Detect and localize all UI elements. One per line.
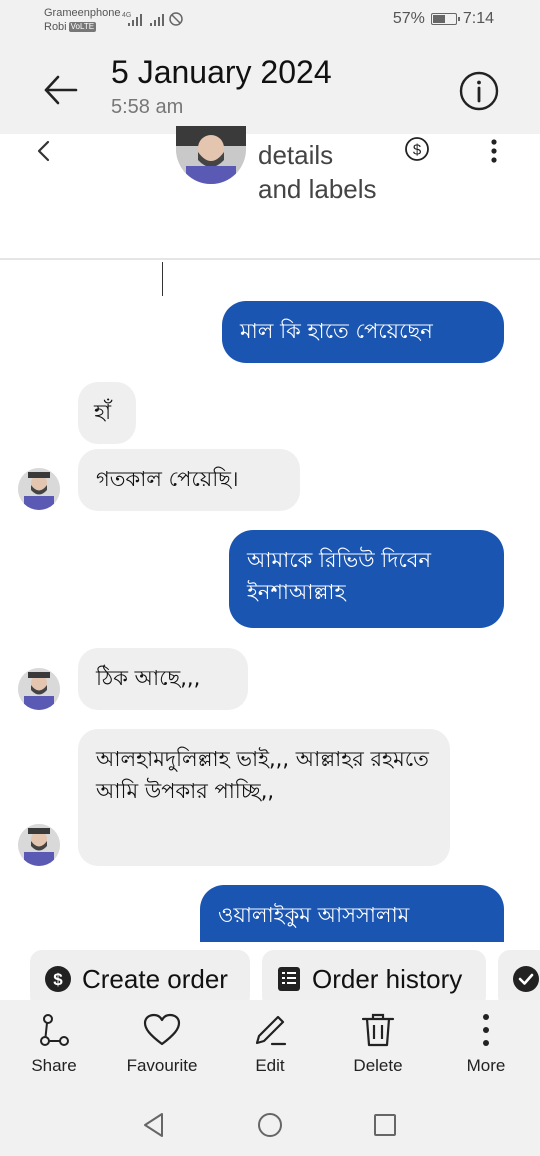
more-vertical-icon [483, 1014, 489, 1046]
message-text: ঠিক আছে,,, [96, 666, 201, 690]
message-text: ওয়ালাইকুম আসসালাম [218, 903, 410, 927]
action-chips: $ Create order Order history [0, 942, 540, 1008]
chat-header: details and labels $ [0, 126, 540, 260]
dollar-circle-icon: $ [45, 966, 71, 992]
signal-icons: 4G [122, 10, 186, 32]
payment-button[interactable]: $ [404, 136, 430, 162]
message-incoming[interactable]: ঠিক আছে,,, [78, 648, 248, 710]
text-cursor [162, 262, 163, 296]
avatar-image [18, 468, 60, 510]
carrier-info: Grameenphone Robi VoLTE [44, 6, 120, 34]
order-list-icon [278, 967, 300, 991]
bottom-toolbar: Share Favourite Edit Delete More [0, 1000, 540, 1088]
avatar-image [18, 668, 60, 710]
info-icon [459, 71, 499, 111]
pencil-icon [255, 1015, 287, 1046]
more-label: More [466, 1056, 506, 1075]
triangle-back-icon [144, 1113, 163, 1137]
status-right: 57% 7:14 [393, 10, 494, 28]
photo-time: 5:58 am [111, 96, 184, 118]
more-vertical-icon [491, 139, 497, 163]
nav-home-button[interactable] [255, 1110, 285, 1140]
message-outgoing[interactable]: মাল কি হাতে পেয়েছেন [222, 301, 504, 363]
system-navigation-bar [0, 1088, 540, 1156]
svg-text:$: $ [413, 142, 422, 159]
chat-more-button[interactable] [482, 138, 506, 164]
delete-button[interactable]: Delete [328, 1012, 428, 1076]
edit-label: Edit [255, 1056, 285, 1075]
contact-avatar[interactable] [176, 126, 246, 184]
viewer-header: 5 January 2024 5:58 am [0, 40, 540, 134]
trash-icon [361, 1013, 395, 1047]
nav-back-button[interactable] [140, 1110, 170, 1140]
chat-title: details and labels [258, 140, 377, 204]
sender-avatar [18, 468, 60, 510]
network-type: 4G [122, 12, 131, 19]
message-text: গতকাল পেয়েছি। [96, 467, 239, 491]
carrier-name-1: Grameenphone [44, 7, 121, 19]
clock: 7:14 [462, 10, 494, 27]
status-bar: Grameenphone Robi VoLTE 4G 57% 7:14 [0, 0, 540, 40]
more-button[interactable]: More [436, 1012, 536, 1076]
square-recents-icon [374, 1114, 396, 1136]
share-button[interactable]: Share [4, 1012, 104, 1076]
favourite-button[interactable]: Favourite [112, 1012, 212, 1076]
arrow-left-icon [44, 75, 78, 105]
message-text: আলহামদুলিল্লাহ ভাই,,, আল্লাহর রহমতে আমি … [96, 747, 429, 803]
sender-avatar [18, 824, 60, 866]
check-circle-icon [513, 966, 539, 992]
signal-strength-icon: 4G [122, 12, 183, 26]
message-text: আমাকে রিভিউ দিবেন ইনশাআল্লাহ [247, 548, 431, 604]
dollar-circle-icon: $ [405, 137, 429, 161]
carrier-name-2: Robi [44, 21, 67, 33]
info-button[interactable] [458, 70, 500, 112]
svg-text:$: $ [53, 970, 63, 989]
back-button[interactable] [40, 70, 80, 110]
battery-percent: 57% [392, 10, 425, 27]
share-label: Share [31, 1056, 77, 1075]
avatar-image [18, 824, 60, 866]
edit-button[interactable]: Edit [220, 1012, 320, 1076]
share-icon [40, 1014, 69, 1046]
message-incoming[interactable]: হাঁ [78, 382, 136, 444]
sender-avatar [18, 668, 60, 710]
chat-back-button[interactable] [34, 138, 54, 164]
volte-badge: VoLTE [68, 22, 97, 33]
message-outgoing[interactable]: আমাকে রিভিউ দিবেন ইনশাআল্লাহ [229, 530, 504, 628]
photo-date: 5 January 2024 [111, 54, 332, 90]
heart-icon [143, 1013, 181, 1046]
message-text: হাঁ [94, 400, 112, 424]
favourite-label: Favourite [126, 1056, 198, 1075]
circle-home-icon [258, 1113, 282, 1137]
message-incoming[interactable]: গতকাল পেয়েছি। [78, 449, 300, 511]
battery-icon [430, 13, 460, 25]
message-incoming[interactable]: আলহামদুলিল্লাহ ভাই,,, আল্লাহর রহমতে আমি … [78, 729, 450, 866]
order-history-label: Order history [312, 963, 463, 994]
delete-label: Delete [353, 1056, 403, 1075]
avatar-image [176, 126, 246, 184]
message-text: মাল কি হাতে পেয়েছেন [240, 319, 433, 343]
create-order-label: Create order [82, 963, 228, 994]
chevron-left-icon [37, 140, 50, 162]
nav-recents-button[interactable] [370, 1110, 400, 1140]
